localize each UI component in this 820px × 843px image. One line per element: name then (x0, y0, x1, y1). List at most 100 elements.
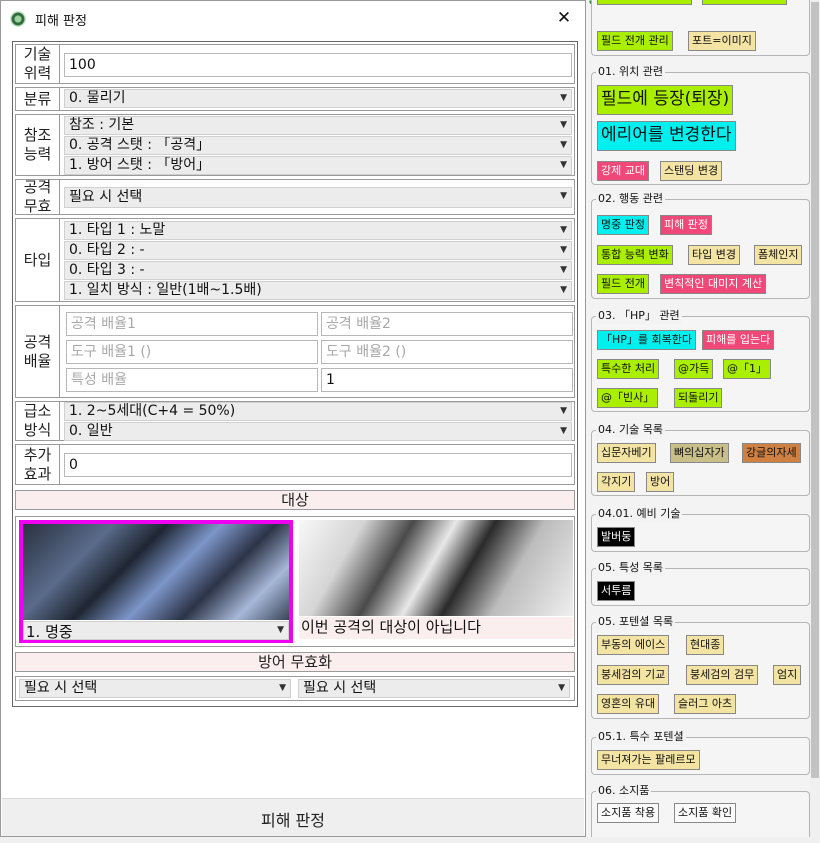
tag-item-equip[interactable]: 소지품 착용 (597, 803, 660, 823)
atk-mult2-input[interactable]: 공격 배율2 (321, 312, 573, 336)
tool-mult2-input[interactable]: 도구 배율2 () (321, 340, 573, 364)
row-type: 타입 1. 타입 1 : 노말 ▼ 0. 타입 2 : - ▼ 0. 타입 3 : … (15, 218, 575, 302)
def-nullify-select-1[interactable]: 필요 시 선택 ▼ (19, 679, 291, 698)
tag-standing-change[interactable]: 스탠딩 변경 (660, 161, 723, 181)
tag-hp-recover[interactable]: 「HP」를 회복한다 (597, 330, 697, 350)
target-card[interactable]: 이번 공격의 대상이 아닙니다 (299, 520, 573, 643)
chevron-down-icon: ▼ (560, 120, 567, 130)
tag-skill[interactable]: 방어 (646, 472, 675, 492)
row-label: 참조 능력 (16, 115, 60, 175)
type3-select[interactable]: 0. 타입 3 : - ▼ (64, 261, 572, 280)
tag-hit-check[interactable]: 명중 판정 (597, 215, 649, 235)
tag-damage-check[interactable]: 피해 판정 (660, 215, 712, 235)
chevron-down-icon: ▼ (560, 93, 567, 103)
tag-take-damage[interactable]: 피해를 입는다 (702, 330, 775, 350)
damage-check-button[interactable]: 피해 판정 (2, 798, 584, 836)
tag-backup-skill[interactable]: 발버둥 (597, 527, 636, 547)
crit-mode-select[interactable]: 0. 일반 ▼ (64, 422, 572, 441)
tag-revert[interactable]: 되돌리기 (674, 388, 723, 408)
skill-power-input[interactable]: 100 (64, 53, 572, 77)
target-portrait-image[interactable] (299, 520, 573, 616)
type1-select[interactable]: 1. 타입 1 : 노말 ▼ (64, 221, 572, 240)
category-select[interactable]: 0. 물리기 ▼ (64, 89, 572, 108)
section-potential: 05. 포텐셜 목록 부동의 에이스 현대종 붕세검의 기교 붕세검의 검무 엄… (591, 614, 810, 719)
tag-potential[interactable]: 붕세검의 기교 (597, 665, 670, 685)
target-header: 대상 (15, 490, 575, 510)
row-ref-stat: 참조 능력 참조 : 기본 ▼ 0. 공격 스탯 : 「공격」 ▼ 1. 방어 스탯… (15, 114, 575, 176)
section-backup-skill: 04.01. 예비 기술 발버둥 (591, 506, 810, 552)
section-position: 01. 위치 관련 필드에 등장(퇴장) 에리어를 변경한다 강제 교대 스탠딩… (591, 64, 810, 185)
row-label: 공격 무효 (16, 178, 60, 215)
section-items: 06. 소지품 소지품 착용 소지품 확인 (591, 783, 810, 837)
trait-mult-value-input[interactable]: 1 (321, 368, 573, 392)
tag-skill[interactable]: 강글의자세 (742, 443, 801, 463)
tag-skill[interactable]: 뼈의십자가 (670, 443, 729, 463)
tag-stat-change[interactable]: 통합 능력 변화 (597, 245, 673, 265)
tag-skill[interactable]: 각지기 (597, 472, 636, 492)
tag-field-deploy[interactable]: 필드 전개 (597, 274, 649, 294)
panel-scrollbar[interactable] (810, 0, 820, 837)
tag-potential[interactable]: 붕세검의 검무 (686, 665, 759, 685)
tag-force-switch[interactable]: 강제 교대 (597, 161, 649, 181)
tag-enter-field[interactable]: 필드에 등장(퇴장) (597, 85, 734, 115)
chevron-down-icon: ▼ (560, 285, 567, 295)
tag-potential[interactable]: 현대종 (686, 635, 725, 655)
tag-irregular-damage[interactable]: 변칙적인 대미지 계산 (660, 274, 767, 294)
tag-full[interactable]: @가득 (674, 359, 714, 379)
tag-field-manage[interactable]: 필드 전개 관리 (597, 31, 673, 51)
atk-nullify-select[interactable]: 필요 시 선택 ▼ (64, 187, 572, 208)
tool-mult1-input[interactable]: 도구 배율1 () (66, 340, 318, 364)
chevron-down-icon: ▼ (560, 406, 567, 416)
tag-potential[interactable]: 영혼의 유대 (597, 694, 660, 714)
ref-stat-attack-select[interactable]: 0. 공격 스탯 : 「공격」 ▼ (64, 136, 572, 155)
trait-mult-input[interactable]: 특성 배율 (66, 368, 318, 392)
row-atk-mult: 공격 배율 공격 배율1 공격 배율2 도구 배율1 () 도구 배율2 () … (15, 305, 575, 398)
ref-stat-defense-select[interactable]: 1. 방어 스탯 : 「방어」 ▼ (64, 156, 572, 175)
def-nullify-select-2[interactable]: 필요 시 선택 ▼ (298, 679, 570, 698)
tag-near-death[interactable]: @「빈사」 (597, 388, 659, 408)
chevron-down-icon: ▼ (560, 265, 567, 275)
target-area: 1. 명중 ▼ 이번 공격의 대상이 아닙니다 (15, 516, 575, 647)
target-card[interactable]: 1. 명중 ▼ (19, 520, 293, 643)
extra-effect-input[interactable]: 0 (64, 453, 572, 477)
chevron-down-icon: ▼ (277, 625, 284, 635)
section-action: 02. 행동 관련 명중 판정 피해 판정 통합 능력 변화 타입 변경 폼체인… (591, 191, 810, 299)
atk-mult1-input[interactable]: 공격 배율1 (66, 312, 318, 336)
damage-form: 기술 위력 100 분류 0. 물리기 ▼ 참조 능력 참조 : 기본 ▼ 0. 공… (12, 41, 578, 707)
target-hit-select[interactable]: 1. 명중 ▼ (23, 621, 289, 640)
ref-stat-select[interactable]: 참조 : 기본 ▼ (64, 116, 572, 135)
damage-check-dialog: 피해 판정 ✕ 기술 위력 100 분류 0. 물리기 ▼ 참조 능력 참조 : … (0, 0, 586, 837)
def-nullify-header: 방어 무효화 (15, 652, 575, 672)
tag-change-area[interactable]: 에리어를 변경한다 (597, 121, 736, 151)
tag-port-image[interactable]: 포트=이미지 (688, 31, 756, 51)
chevron-down-icon: ▼ (560, 191, 567, 201)
tag-special-process[interactable]: 특수한 처리 (597, 359, 660, 379)
tag-potential[interactable]: 부동의 에이스 (597, 635, 670, 655)
tag-item-check[interactable]: 소지품 확인 (674, 803, 737, 823)
tag-type-change[interactable]: 타입 변경 (688, 245, 740, 265)
chevron-down-icon: ▼ (560, 426, 567, 436)
tag-special-potential[interactable]: 무너져가는 팔레르모 (597, 750, 700, 770)
tag-one[interactable]: @「1」 (723, 359, 771, 379)
tag-trait[interactable]: 서투름 (597, 581, 636, 601)
row-extra-effect: 추가 효과 0 (15, 444, 575, 485)
close-button[interactable]: ✕ (549, 5, 579, 31)
type2-select[interactable]: 0. 타입 2 : - ▼ (64, 241, 572, 260)
app-icon (10, 11, 26, 27)
tag-skill[interactable]: 십문자베기 (597, 443, 656, 463)
tag-stub[interactable] (597, 0, 692, 5)
row-category: 분류 0. 물리기 ▼ (15, 87, 575, 111)
stab-mode-select[interactable]: 1. 일치 방식 : 일반(1배~1.5배) ▼ (64, 281, 572, 300)
tag-potential[interactable]: 엄지 (773, 665, 802, 685)
target-portrait-image[interactable] (23, 524, 289, 620)
target-status-text: 이번 공격의 대상이 아닙니다 (299, 617, 573, 639)
dialog-title: 피해 판정 (35, 14, 87, 29)
tag-stub[interactable] (702, 0, 787, 5)
row-label: 공격 배율 (16, 306, 60, 397)
row-skill-power: 기술 위력 100 (15, 44, 575, 84)
section-skills: 04. 기술 목록 십문자베기 뼈의십자가 강글의자세 각지기 방어 (591, 422, 810, 496)
row-atk-nullify: 공격 무효 필요 시 선택 ▼ (15, 178, 575, 215)
tag-form-change[interactable]: 폼체인지 (754, 245, 803, 265)
crit-gen-select[interactable]: 1. 2~5세대(C+4 = 50%) ▼ (64, 402, 572, 421)
tag-potential[interactable]: 슬러그 아츠 (674, 694, 737, 714)
